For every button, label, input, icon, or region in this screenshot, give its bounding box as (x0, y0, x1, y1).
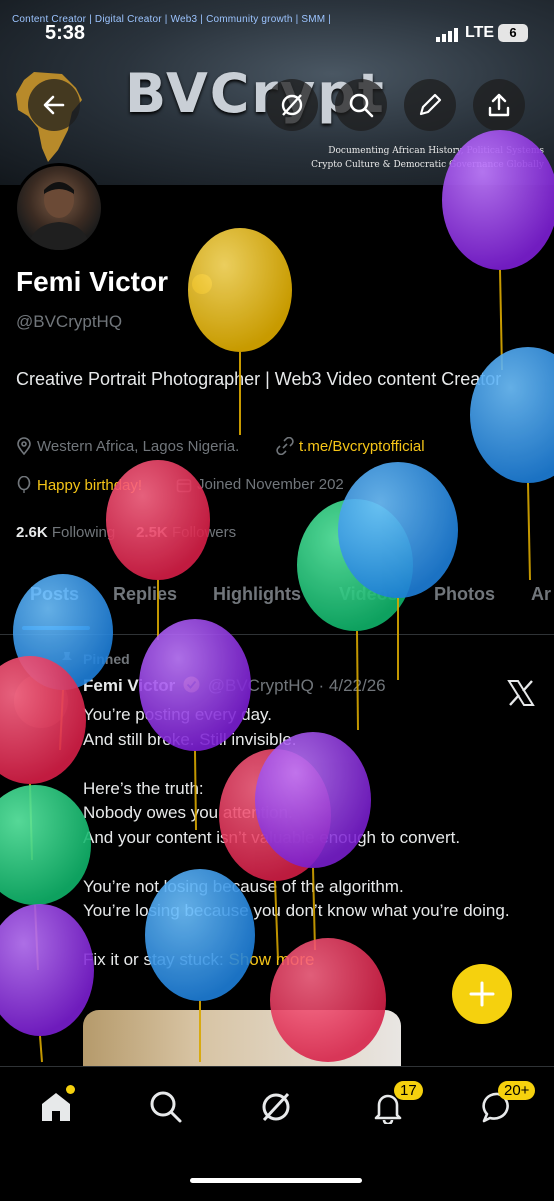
share-icon (488, 93, 510, 117)
home-notification-dot (66, 1085, 75, 1094)
grok-button[interactable] (266, 79, 318, 131)
link-icon (276, 437, 294, 455)
back-icon (43, 95, 65, 115)
nav-messages[interactable]: 20+ (478, 1081, 536, 1127)
profile-joined: Joined November 202 (176, 476, 344, 493)
tab-videos[interactable]: Videos (339, 584, 398, 605)
birthday-text: Happy birthday! (37, 476, 143, 494)
followers-count: 2.5K (136, 524, 168, 541)
balloon-icon (17, 476, 31, 493)
followers-label: Followers (171, 524, 237, 541)
edit-icon (419, 93, 442, 116)
banner-subtitle-2: Crypto Culture & Democratic Governance G… (311, 160, 544, 170)
balloon-purple-low (0, 904, 94, 1063)
nav-grok[interactable] (256, 1087, 296, 1127)
joined-text: Joined November 202 (197, 476, 344, 493)
banner-subtitle-1: Documenting African History, Political S… (328, 146, 544, 156)
follow-counts: 2.6K Following 2.5K Followers (16, 524, 236, 541)
nav-search[interactable] (146, 1087, 186, 1127)
location-icon (17, 437, 31, 455)
profile-handle: @BVCryptHQ (16, 312, 123, 331)
post-body[interactable]: You’re posting every day. And still brok… (83, 703, 543, 973)
share-button[interactable] (473, 79, 525, 131)
show-more-link[interactable]: Show more (228, 950, 314, 969)
balloon-yellow (188, 228, 292, 435)
post-text: You’re posting every day. And still brok… (83, 705, 510, 969)
profile-birthday: Happy birthday! (16, 476, 142, 494)
post-author-name[interactable]: Femi Victor (83, 676, 175, 695)
nav-home[interactable] (36, 1085, 76, 1127)
balloon-green-left (0, 785, 91, 971)
explore-icon (262, 1092, 290, 1122)
post-header: Femi Victor @BVCryptHQ · 4/22/26 (83, 676, 386, 696)
edit-button[interactable] (404, 79, 456, 131)
post-author-avatar[interactable] (14, 674, 68, 728)
grok-icon (281, 94, 303, 116)
avatar-photo (27, 182, 91, 250)
search-icon (349, 93, 374, 118)
following-label: Following (51, 524, 116, 541)
back-button[interactable] (28, 79, 80, 131)
verified-badge-icon (192, 274, 212, 294)
search-icon (150, 1091, 182, 1123)
followers-link[interactable]: 2.5K Followers (136, 524, 236, 541)
plus-icon (469, 981, 495, 1007)
profile-name: Femi Victor (16, 266, 168, 297)
tab-photos[interactable]: Photos (434, 584, 495, 605)
nav-notifications[interactable]: 17 (368, 1081, 423, 1127)
verified-icon (183, 676, 200, 693)
profile-avatar[interactable] (14, 163, 104, 253)
signal-icon (436, 28, 458, 42)
compose-button[interactable] (452, 964, 512, 1024)
pinned-label: Pinned (62, 651, 130, 667)
home-indicator (190, 1178, 362, 1183)
following-count: 2.6K (16, 524, 48, 541)
network-label: LTE (465, 24, 495, 41)
calendar-icon (176, 478, 192, 492)
balloon-blue-mid (338, 462, 458, 680)
tab-articles[interactable]: Ar (531, 584, 551, 605)
profile-bio: Creative Portrait Photographer | Web3 Vi… (16, 369, 502, 389)
pinned-text: Pinned (83, 651, 130, 667)
search-button[interactable] (335, 79, 387, 131)
location-text: Western Africa, Lagos Nigeria. (37, 437, 240, 455)
following-link[interactable]: 2.6K Following (16, 524, 115, 541)
post-handle-date: @BVCryptHQ · 4/22/26 (207, 676, 386, 695)
notifications-badge: 17 (394, 1081, 423, 1100)
pin-icon (62, 652, 72, 665)
home-icon (42, 1093, 70, 1121)
profile-location: Western Africa, Lagos Nigeria. (16, 437, 239, 455)
profile-link[interactable]: t.me/Bvcryptofficial (276, 437, 425, 455)
status-time: 5:38 (45, 22, 86, 44)
battery-indicator: 6 (498, 24, 528, 42)
link-text[interactable]: t.me/Bvcryptofficial (299, 438, 425, 455)
tab-highlights[interactable]: Highlights (213, 584, 301, 605)
tab-replies[interactable]: Replies (113, 584, 177, 605)
profile-tabs: Posts Replies Highlights Videos Photos A… (0, 582, 554, 635)
active-tab-indicator (22, 626, 90, 630)
status-bar: 5:38 LTE 6 (0, 22, 554, 48)
messages-badge: 20+ (498, 1081, 536, 1100)
tab-posts[interactable]: Posts (30, 584, 79, 605)
